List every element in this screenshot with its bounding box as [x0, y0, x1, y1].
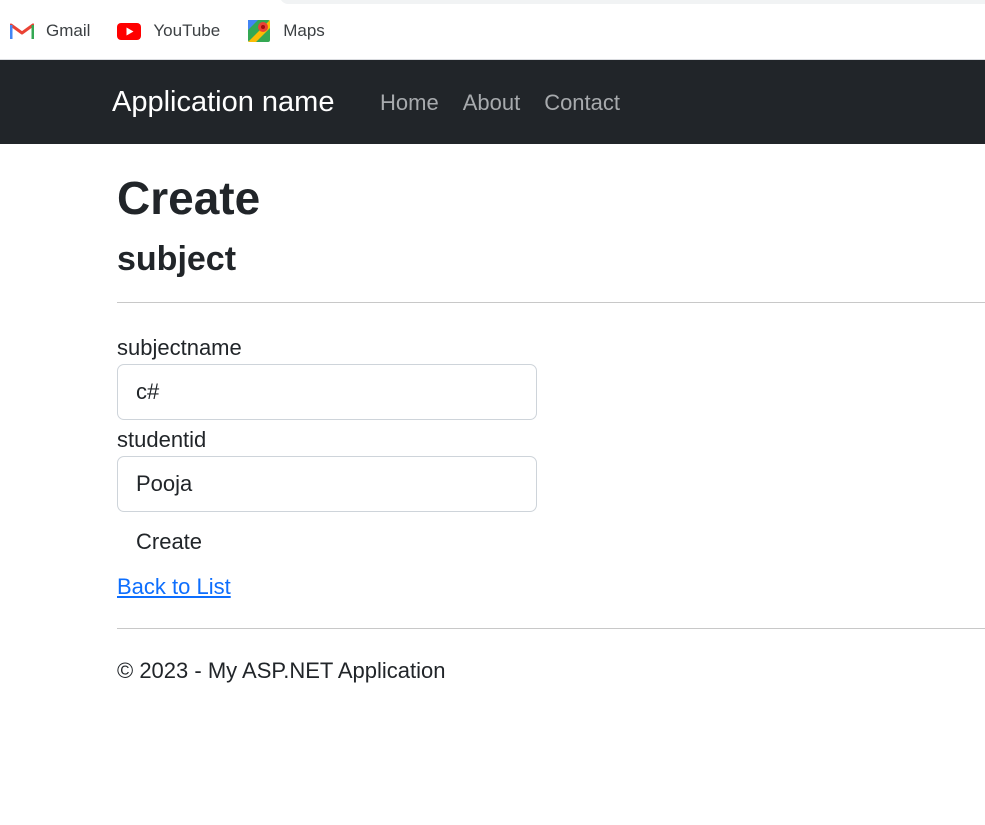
studentid-input[interactable] — [117, 456, 537, 512]
maps-icon — [246, 19, 272, 43]
studentid-label: studentid — [117, 427, 207, 452]
gmail-icon — [9, 19, 35, 43]
bookmark-label: Gmail — [46, 21, 91, 40]
bookmark-youtube[interactable]: YouTube — [116, 19, 220, 43]
page-subtitle: subject — [117, 240, 237, 278]
nav-about-link[interactable]: About — [463, 90, 521, 116]
page-title: Create — [117, 172, 261, 224]
footer-divider — [117, 628, 985, 629]
browser-toolbar: Gmail YouTube Maps — [0, 0, 985, 60]
create-button[interactable]: Create — [117, 525, 221, 559]
bookmark-maps[interactable]: Maps — [246, 19, 325, 43]
brand-link[interactable]: Application name — [112, 86, 334, 119]
back-to-list-link[interactable]: Back to List — [117, 574, 231, 600]
navbar: Application name Home About Contact — [0, 60, 985, 144]
nav-links: Home About Contact — [380, 90, 644, 116]
subjectname-label: subjectname — [117, 335, 242, 360]
bookmark-label: Maps — [283, 21, 325, 40]
bookmarks-bar: Gmail YouTube Maps — [9, 18, 351, 44]
subjectname-input[interactable] — [117, 364, 537, 420]
divider — [117, 302, 985, 303]
bookmark-gmail[interactable]: Gmail — [9, 19, 90, 43]
nav-home-link[interactable]: Home — [380, 90, 439, 116]
address-bar[interactable] — [280, 0, 985, 4]
youtube-icon — [116, 19, 142, 43]
bookmark-label: YouTube — [153, 21, 221, 40]
footer-copyright: © 2023 - My ASP.NET Application — [117, 658, 446, 683]
nav-contact-link[interactable]: Contact — [544, 90, 620, 116]
